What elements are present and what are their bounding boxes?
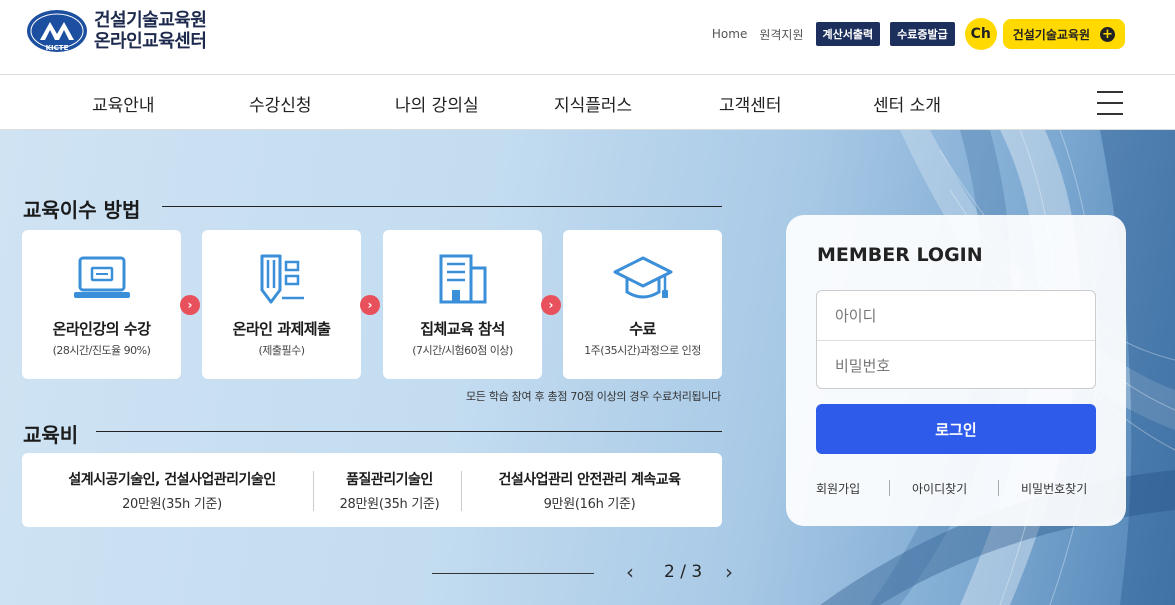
slide-counter: 2 / 3 (664, 562, 703, 582)
next-step-arrow-icon: › (360, 295, 380, 315)
tuition-title: 교육비 (23, 423, 79, 447)
certificate-issue-button[interactable]: 수료증발급 (890, 22, 955, 46)
login-button[interactable]: 로그인 (816, 404, 1096, 454)
logo-text: 건설기술교육원 온라인교육센터 (94, 10, 207, 52)
step-subtitle: 1주(35시간)과정으로 인정 (584, 344, 701, 357)
emblem-text: KICTE (46, 44, 69, 52)
step-subtitle: (제출필수) (258, 344, 305, 357)
completion-note: 모든 학습 참여 후 총점 70점 이상의 경우 수료처리됩니다 (465, 390, 721, 403)
find-id-link[interactable]: 아이디찾기 (912, 480, 967, 497)
step-card-completion: 수료 1주(35시간)과정으로 인정 (563, 230, 722, 379)
fee-item: 설계시공기술인, 건설사업관리기술인 20만원(35h 기준) (52, 469, 292, 512)
building-icon (439, 254, 486, 304)
step-card-online-lecture: 온라인강의 수강 (28시간/진도율 90%) (22, 230, 181, 379)
title-divider (96, 431, 722, 432)
fee-item: 건설사업관리 안전관리 계속교육 9만원(16h 기준) (477, 469, 702, 512)
title-divider (162, 206, 722, 207)
fee-name: 설계시공기술인, 건설사업관리기술인 (68, 472, 276, 488)
member-login-panel: MEMBER LOGIN 로그인 회원가입 아이디찾기 비밀번호찾기 (786, 215, 1126, 526)
link-divider (998, 480, 999, 496)
education-method-title: 교육이수 방법 (23, 198, 141, 222)
hero-banner: 교육이수 방법 온라인강의 수강 (28시간/진도율 90%) › 온라인 과제… (0, 130, 1175, 605)
graduation-cap-icon (613, 256, 672, 299)
next-step-arrow-icon: › (541, 295, 561, 315)
nav-item-my-classroom[interactable]: 나의 강의실 (395, 91, 479, 116)
fee-name: 건설사업관리 안전관리 계속교육 (498, 472, 681, 488)
step-subtitle: (28시간/진도율 90%) (52, 344, 151, 357)
login-title: MEMBER LOGIN (817, 244, 983, 266)
nav-item-education-info[interactable]: 교육안내 (92, 91, 155, 116)
hamburger-menu-icon[interactable] (1097, 91, 1123, 115)
signup-link[interactable]: 회원가입 (816, 480, 860, 497)
fee-price: 28만원(35h 기준) (339, 497, 440, 512)
login-links: 회원가입 아이디찾기 비밀번호찾기 (816, 480, 1096, 498)
nav-item-enrollment[interactable]: 수강신청 (249, 91, 312, 116)
pencil-document-icon (260, 254, 304, 304)
home-link[interactable]: Home (712, 27, 747, 41)
find-password-link[interactable]: 비밀번호찾기 (1021, 480, 1087, 497)
fee-divider (313, 471, 314, 511)
nav-item-center-intro[interactable]: 센터 소개 (873, 91, 941, 116)
fee-divider (461, 471, 462, 511)
fee-price: 9만원(16h 기준) (543, 497, 636, 512)
fee-item: 품질관리기술인 28만원(35h 기준) (327, 469, 452, 512)
step-title: 온라인 과제제출 (232, 320, 331, 338)
next-step-arrow-icon: › (180, 295, 200, 315)
channel-talk-icon[interactable]: Ch (964, 18, 997, 50)
utility-bar: Home 원격지원 계산서출력 수료증발급 Ch 건설기술교육원 + (712, 18, 1125, 50)
password-input[interactable] (817, 341, 1095, 390)
chevron-left-icon[interactable]: ‹ (626, 560, 634, 584)
remote-support-link[interactable]: 원격지원 (759, 26, 803, 43)
chevron-right-icon[interactable]: › (725, 560, 733, 584)
channel-talk-label: 건설기술교육원 (1012, 27, 1090, 42)
step-title: 집체교육 참석 (420, 320, 505, 338)
pager-progress-line (432, 573, 594, 574)
user-id-input[interactable] (817, 291, 1095, 340)
kicte-emblem-icon: KICTE (27, 10, 87, 52)
step-card-offline-class: 집체교육 참석 (7시간/시험60점 이상) (383, 230, 542, 379)
step-subtitle: (7시간/시험60점 이상) (412, 344, 513, 357)
login-fields (816, 290, 1096, 390)
step-card-assignment: 온라인 과제제출 (제출필수) (202, 230, 361, 379)
link-divider (889, 480, 890, 496)
site-header: KICTE 건설기술교육원 온라인교육센터 Home 원격지원 계산서출력 수료… (0, 0, 1175, 74)
fee-name: 품질관리기술인 (346, 472, 433, 488)
nav-item-customer-center[interactable]: 고객센터 (719, 91, 782, 116)
channel-talk-button[interactable]: 건설기술교육원 + (1002, 19, 1125, 49)
step-title: 수료 (629, 320, 656, 338)
nav-item-knowledge-plus[interactable]: 지식플러스 (554, 91, 632, 116)
plus-icon: + (1100, 26, 1115, 42)
site-logo[interactable]: KICTE 건설기술교육원 온라인교육센터 (26, 9, 207, 53)
invoice-print-button[interactable]: 계산서출력 (815, 22, 881, 46)
logo-line-1: 건설기술교육원 (94, 10, 207, 31)
tuition-box: 설계시공기술인, 건설사업관리기술인 20만원(35h 기준) 품질관리기술인 … (22, 453, 722, 527)
step-title: 온라인강의 수강 (52, 320, 151, 338)
monitor-icon (73, 256, 130, 298)
fee-price: 20만원(35h 기준) (122, 497, 222, 512)
main-nav: 교육안내 수강신청 나의 강의실 지식플러스 고객센터 센터 소개 (0, 74, 1175, 130)
logo-line-2: 온라인교육센터 (94, 31, 207, 52)
